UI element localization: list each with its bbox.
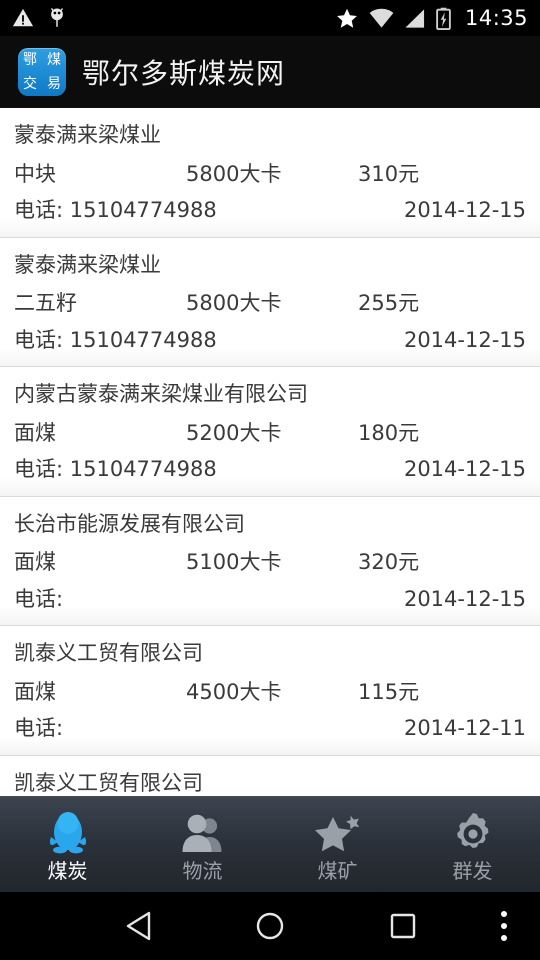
item-phone: 电话: 15104774988: [14, 457, 217, 482]
home-circle-icon: [256, 912, 284, 940]
list-item[interactable]: 蒙泰满来梁煤业 二五籽 5800大卡 255元 电话: 15104774988 …: [0, 237, 540, 368]
tab-broadcast[interactable]: 群发: [405, 797, 540, 892]
recents-square-icon: [390, 913, 416, 939]
item-phone: 电话: 15104774988: [14, 198, 217, 223]
penguin-icon: [46, 811, 90, 857]
item-calorific-value: 5200大卡: [186, 420, 282, 445]
android-nav-bar: [0, 892, 540, 960]
status-bar: 14:35: [0, 0, 540, 36]
item-company-name: 长治市能源发展有限公司: [14, 511, 245, 536]
item-spec-row: 面煤 5200大卡 180元: [14, 417, 526, 455]
status-bar-right-icons: 14:35: [335, 6, 528, 30]
item-footer-row: 电话: 2014-12-15: [14, 584, 526, 616]
item-date: 2014-12-15: [403, 457, 526, 482]
item-footer-row: 电话: 15104774988 2014-12-15: [14, 195, 526, 227]
list-item[interactable]: 长治市能源发展有限公司 面煤 5100大卡 320元 电话: 2014-12-1…: [0, 496, 540, 627]
item-date: 2014-12-15: [403, 586, 526, 611]
item-calorific-value: 4500大卡: [186, 679, 282, 704]
tab-label: 群发: [452, 858, 493, 883]
signal-icon: [405, 8, 425, 28]
list-item[interactable]: 蒙泰满来梁煤业 中块 5800大卡 310元 电话: 15104774988 2…: [0, 108, 540, 238]
tab-label: 煤炭: [47, 858, 88, 883]
item-spec-row: 面煤 5100大卡 320元: [14, 546, 526, 584]
item-company-name: 凯泰义工贸有限公司: [14, 641, 203, 666]
star-icon: [314, 811, 361, 857]
item-calorific-value: 5100大卡: [186, 550, 282, 575]
item-coal-type: 二五籽: [14, 291, 77, 316]
item-coal-type: 中块: [14, 161, 56, 186]
item-date: 2014-12-15: [403, 327, 526, 352]
app-logo-char-1: 鄂: [23, 51, 37, 68]
item-date: 2014-12-15: [403, 198, 526, 223]
tab-coal[interactable]: 煤炭: [0, 797, 135, 892]
item-company-name: 蒙泰满来梁煤业: [14, 123, 161, 147]
item-company-name: 凯泰义工贸有限公司: [14, 770, 203, 795]
item-price: 255元: [358, 291, 420, 316]
app-header: 鄂 煤 交 易 鄂尔多斯煤炭网: [0, 36, 540, 108]
app-logo-char-4: 易: [47, 75, 61, 92]
overflow-menu-button[interactable]: [474, 892, 534, 960]
item-coal-type: 面煤: [14, 679, 56, 704]
item-spec-row: 中块 5800大卡 310元: [14, 158, 526, 196]
star-icon: [337, 8, 357, 28]
item-company-name: 蒙泰满来梁煤业: [14, 252, 161, 277]
status-bar-left-icons: [12, 7, 66, 29]
item-coal-type: 面煤: [14, 420, 56, 445]
list-item[interactable]: 内蒙古蒙泰满来梁煤业有限公司 面煤 5200大卡 180元 电话: 151047…: [0, 367, 540, 497]
app-logo-char-3: 交: [23, 75, 37, 92]
list-item[interactable]: 凯泰义工贸有限公司: [0, 755, 540, 796]
bottom-tab-bar: 煤炭 物流 煤矿 群发: [0, 796, 540, 892]
coal-offer-list[interactable]: 蒙泰满来梁煤业 中块 5800大卡 310元 电话: 15104774988 2…: [0, 108, 540, 796]
item-price: 320元: [358, 550, 420, 575]
battery-charging-icon: [436, 7, 451, 30]
list-item[interactable]: 凯泰义工贸有限公司 面煤 4500大卡 115元 电话: 2014-12-11: [0, 626, 540, 756]
item-footer-row: 电话: 2014-12-11: [14, 713, 526, 745]
people-icon: [180, 811, 226, 857]
item-phone: 电话: 15104774988: [14, 327, 217, 352]
item-calorific-value: 5800大卡: [186, 161, 282, 186]
status-bar-clock: 14:35: [464, 6, 528, 30]
app-logo-char-2: 煤: [47, 51, 61, 68]
item-coal-type: 面煤: [14, 550, 56, 575]
item-price: 310元: [358, 161, 420, 186]
item-footer-row: 电话: 15104774988 2014-12-15: [14, 325, 526, 357]
wifi-icon: [369, 8, 394, 28]
item-calorific-value: 5800大卡: [186, 291, 282, 316]
item-spec-row: 二五籽 5800大卡 255元: [14, 287, 526, 325]
item-price: 180元: [358, 420, 420, 445]
recents-button[interactable]: [358, 892, 448, 960]
gear-icon: [451, 811, 495, 857]
item-footer-row: 电话: 15104774988 2014-12-15: [14, 454, 526, 486]
tab-label: 煤矿: [317, 858, 358, 883]
tab-logistics[interactable]: 物流: [135, 797, 270, 892]
tab-mine[interactable]: 煤矿: [270, 797, 405, 892]
warning-icon: [12, 8, 34, 27]
item-price: 115元: [358, 679, 420, 704]
back-button[interactable]: [94, 892, 184, 960]
app-screen: 14:35 鄂 煤 交 易 鄂尔多斯煤炭网 蒙泰满来梁煤业 中块 5800大卡 …: [0, 0, 540, 960]
item-date: 2014-12-11: [403, 716, 526, 741]
item-phone: 电话:: [14, 716, 64, 741]
app-logo-icon: 鄂 煤 交 易: [18, 47, 66, 96]
tab-label: 物流: [182, 858, 223, 883]
item-company-name: 内蒙古蒙泰满来梁煤业有限公司: [14, 382, 308, 407]
home-button[interactable]: [225, 892, 315, 960]
page-title: 鄂尔多斯煤炭网: [82, 56, 286, 90]
item-spec-row: 面煤 4500大卡 115元: [14, 676, 526, 714]
item-phone: 电话:: [14, 586, 64, 611]
back-triangle-icon: [126, 911, 151, 941]
overflow-dots-icon: [501, 908, 507, 944]
android-debug-icon: [50, 8, 64, 27]
